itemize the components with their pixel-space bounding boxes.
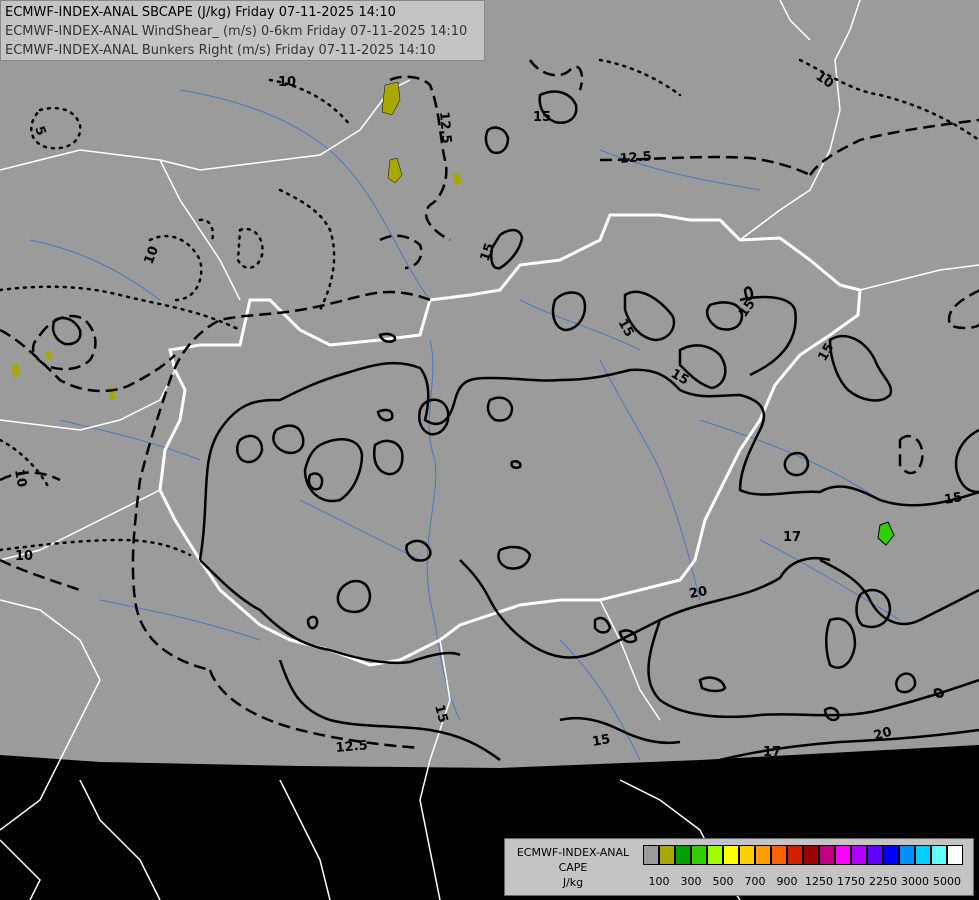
title-line-windshear: ECMWF-INDEX-ANAL WindShear_ (m/s) 0-6km … — [5, 24, 468, 39]
legend-swatch — [803, 845, 819, 865]
contour-label: 12.5 — [619, 149, 652, 167]
legend-swatch — [931, 845, 947, 865]
legend-swatch — [819, 845, 835, 865]
legend-swatch — [947, 845, 963, 865]
legend-swatch — [755, 845, 771, 865]
contour-label: 10 — [11, 468, 29, 488]
legend-title-line3: J/kg — [562, 876, 584, 889]
legend-color-scale — [643, 845, 963, 865]
legend-tick-label: 900 — [776, 875, 798, 888]
legend-swatch — [643, 845, 659, 865]
legend-tick-label: 5000 — [933, 875, 961, 888]
legend-title: ECMWF-INDEX-ANAL CAPE J/kg — [508, 845, 638, 890]
legend-tick-label: 500 — [712, 875, 734, 888]
legend-swatch — [883, 845, 899, 865]
title-line-sbcape: ECMWF-INDEX-ANAL SBCAPE (J/kg) Friday 07… — [5, 5, 396, 20]
legend-swatch — [707, 845, 723, 865]
legend-tick-label: 2250 — [869, 875, 897, 888]
legend-swatch — [867, 845, 883, 865]
legend-swatch — [691, 845, 707, 865]
legend-tick-labels: 100 300 500 700 900 1250 1750 2250 3000 5000 — [643, 875, 973, 889]
legend-swatch — [723, 845, 739, 865]
legend-title-line1: ECMWF-INDEX-ANAL — [516, 846, 630, 859]
legend-tick-label: 700 — [744, 875, 766, 888]
legend-swatch — [739, 845, 755, 865]
legend-swatch — [659, 845, 675, 865]
contour-label: 15 — [591, 732, 611, 750]
legend-swatch — [899, 845, 915, 865]
legend-tick-label: 300 — [680, 875, 702, 888]
contour-label: 12.5 — [335, 738, 368, 756]
contour-label: 17 — [783, 530, 801, 545]
contour-label: 10 — [278, 75, 296, 90]
legend-tick-label: 3000 — [901, 875, 929, 888]
legend-tick-label: 1750 — [837, 875, 865, 888]
contour-label: 15 — [533, 110, 551, 125]
weather-map: 10 10 10 10 10 5 12.5 12.5 12.5 15 15 15… — [0, 0, 979, 900]
legend-swatch — [771, 845, 787, 865]
contour-label: 12.5 — [436, 111, 454, 144]
contour-label: 10 — [15, 549, 33, 564]
cape-legend: ECMWF-INDEX-ANAL CAPE J/kg 100 300 500 700 9… — [504, 838, 974, 896]
legend-swatch — [787, 845, 803, 865]
map-title-box: ECMWF-INDEX-ANAL SBCAPE (J/kg) Friday 07… — [0, 0, 485, 61]
legend-swatch — [675, 845, 691, 865]
legend-swatch — [835, 845, 851, 865]
forecast-domain — [0, 0, 979, 768]
contour-label: 17 — [763, 745, 781, 760]
contour-label: 15 — [943, 490, 963, 508]
legend-swatch — [851, 845, 867, 865]
legend-tick-label: 1250 — [805, 875, 833, 888]
legend-title-line2: CAPE — [558, 861, 588, 874]
title-line-bunkers: ECMWF-INDEX-ANAL Bunkers Right (m/s) Fri… — [5, 43, 436, 58]
contour-label: 20 — [688, 584, 708, 602]
legend-swatch — [915, 845, 931, 865]
legend-tick-label: 100 — [648, 875, 670, 888]
